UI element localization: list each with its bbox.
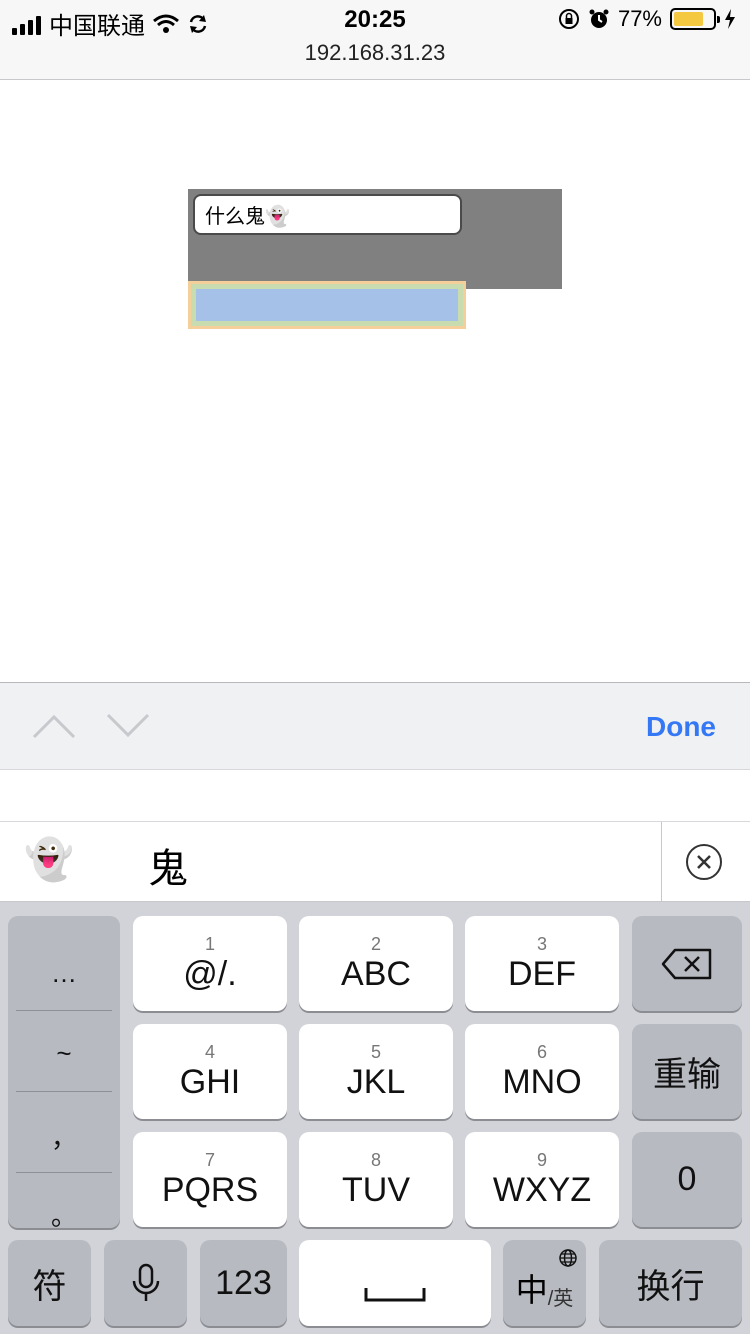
key-2[interactable]: 2 ABC: [299, 916, 453, 1011]
battery-level: [674, 12, 704, 26]
key-number: 4: [204, 1041, 215, 1062]
punct-key[interactable]: …: [8, 958, 120, 989]
key-4[interactable]: 4 GHI: [133, 1024, 287, 1119]
key-label: ABC: [341, 954, 411, 993]
key-label: @/.: [183, 954, 237, 993]
key-1[interactable]: 1 @/.: [133, 916, 287, 1011]
key-label: GHI: [179, 1062, 241, 1101]
keyboard: … ~ ， 。 1 @/. 2 ABC 3 DEF 4 GHI 5 JKL 6 …: [0, 902, 750, 1334]
key-label: JKL: [346, 1062, 406, 1101]
key-label: 重输: [653, 1056, 721, 1094]
key-label: DEF: [508, 954, 576, 993]
punct-divider: [16, 1172, 112, 1173]
key-6[interactable]: 6 MNO: [465, 1024, 619, 1119]
key-label: WXYZ: [492, 1170, 592, 1209]
alarm-icon: [589, 9, 609, 28]
key-3[interactable]: 3 DEF: [465, 916, 619, 1011]
key-label: MNO: [502, 1062, 582, 1101]
web-content: 什么鬼👻: [0, 80, 750, 682]
symbols-key[interactable]: 符: [8, 1240, 91, 1326]
status-left: 中国联通: [12, 6, 209, 41]
punct-key[interactable]: ，: [8, 1118, 120, 1155]
backspace-key[interactable]: [632, 916, 742, 1011]
return-key[interactable]: 换行: [599, 1240, 742, 1326]
punct-divider: [16, 1091, 112, 1092]
status-bar: 中国联通 20:25 77% 192.168.31.23: [0, 0, 750, 80]
punctuation-column[interactable]: … ~ ， 。: [8, 916, 120, 1231]
form-accessory-bar: Done: [0, 682, 750, 770]
status-right: 77%: [558, 6, 736, 32]
charging-icon: [725, 9, 735, 29]
candidate-item[interactable]: 👻: [24, 836, 74, 883]
rotation-lock-icon: [558, 9, 579, 29]
next-field-icon[interactable]: [106, 711, 150, 741]
lang-sub-label: /英: [547, 1288, 574, 1310]
key-label: 符: [32, 1267, 67, 1306]
key-label: TUV: [342, 1170, 410, 1209]
microphone-key[interactable]: [104, 1240, 187, 1326]
backspace-icon: [661, 948, 712, 979]
candidate-item[interactable]: 鬼: [148, 836, 188, 894]
key-number: 9: [536, 1149, 547, 1170]
punct-key[interactable]: 。: [8, 1196, 120, 1233]
clear-candidates-button[interactable]: [686, 844, 722, 880]
gray-container: 什么鬼👻: [188, 189, 562, 289]
key-number: 3: [536, 933, 547, 954]
key-label: PQRS: [161, 1170, 259, 1209]
key-8[interactable]: 8 TUV: [299, 1132, 453, 1227]
key-5[interactable]: 5 JKL: [299, 1024, 453, 1119]
lang-main-label: 中: [515, 1272, 548, 1308]
battery-percent: 77%: [617, 6, 662, 31]
highlighted-element: [188, 281, 466, 329]
key-label: 123: [215, 1263, 272, 1302]
space-key[interactable]: [299, 1240, 491, 1326]
key-0[interactable]: 0: [632, 1132, 742, 1227]
wifi-icon: [153, 14, 179, 33]
candidate-divider: [661, 822, 662, 902]
key-number: 1: [204, 933, 215, 954]
language-label: 中 /英: [516, 1265, 574, 1311]
reinput-key[interactable]: 重输: [632, 1024, 742, 1119]
punct-divider: [16, 1010, 112, 1011]
battery-icon: [670, 8, 720, 30]
key-7[interactable]: 7 PQRS: [133, 1132, 287, 1227]
key-number: 6: [536, 1041, 547, 1062]
key-number: 5: [370, 1041, 381, 1062]
input-preview-strip: [0, 770, 750, 822]
key-9[interactable]: 9 WXYZ: [465, 1132, 619, 1227]
numbers-key[interactable]: 123: [200, 1240, 287, 1326]
done-button[interactable]: Done: [646, 711, 716, 743]
key-label: 换行: [636, 1267, 705, 1306]
key-number: 2: [370, 933, 381, 954]
space-icon: [364, 1288, 426, 1302]
text-input[interactable]: 什么鬼👻: [193, 194, 462, 235]
key-number: 7: [204, 1149, 215, 1170]
address-url[interactable]: 192.168.31.23: [0, 40, 750, 66]
carrier-name: 中国联通: [49, 13, 145, 40]
close-icon: [697, 855, 711, 869]
microphone-icon: [132, 1263, 159, 1301]
highlighted-element-content: [196, 289, 458, 321]
signal-icon: [12, 13, 41, 35]
punct-key[interactable]: ~: [8, 1038, 120, 1069]
candidate-bar: 👻 鬼: [0, 822, 750, 902]
key-label: 0: [677, 1160, 697, 1198]
previous-field-icon[interactable]: [32, 711, 76, 741]
sync-icon: [189, 14, 207, 33]
language-switch-key[interactable]: 中 /英: [503, 1240, 586, 1326]
key-number: 8: [370, 1149, 381, 1170]
globe-icon: [559, 1249, 577, 1267]
